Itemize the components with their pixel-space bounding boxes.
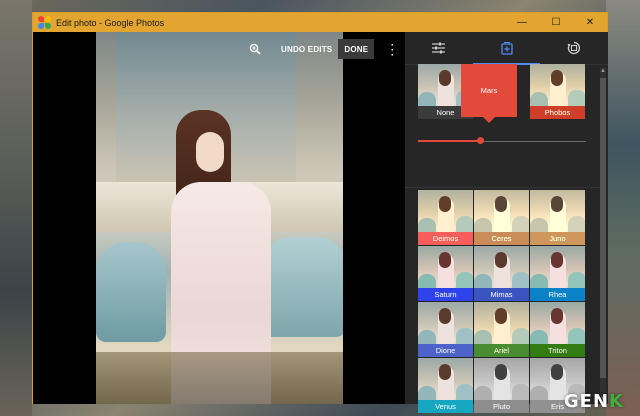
filter-triton[interactable]: Triton xyxy=(530,302,585,357)
filter-venus[interactable]: Venus xyxy=(418,358,473,413)
watermark-accent: K xyxy=(609,391,624,412)
close-button[interactable]: ✕ xyxy=(573,13,607,32)
genk-watermark: GEN K xyxy=(564,391,624,412)
done-button[interactable]: DONE xyxy=(338,39,375,59)
panel-scrollbar[interactable]: ▲ ▼ xyxy=(600,68,606,402)
filter-phobos[interactable]: Phobos xyxy=(530,64,585,119)
zoom-in-icon[interactable] xyxy=(245,39,265,59)
filter-label: Juno xyxy=(530,232,585,245)
intensity-slider-handle[interactable] xyxy=(476,137,484,144)
selected-indicator xyxy=(483,117,495,123)
desktop-background-left xyxy=(0,0,32,416)
filter-ariel[interactable]: Ariel xyxy=(474,302,529,357)
filter-label: Mars xyxy=(480,86,498,95)
edit-photo-window: Edit photo - Google Photos — ☐ ✕ UNDO ED… xyxy=(32,12,608,413)
filter-ceres[interactable]: Ceres xyxy=(474,190,529,245)
sliders-icon xyxy=(432,42,446,54)
filter-label: Deimos xyxy=(418,232,473,245)
divider xyxy=(405,187,600,188)
filter-add-icon xyxy=(500,41,513,55)
filter-label: Pluto xyxy=(474,400,529,413)
edited-photo xyxy=(96,32,343,404)
filter-label: Venus xyxy=(418,400,473,413)
intensity-slider-fill xyxy=(418,140,481,142)
photo-toolbar: UNDO EDITS DONE ⋮ xyxy=(245,38,402,60)
scroll-thumb[interactable] xyxy=(600,78,606,378)
title-bar[interactable]: Edit photo - Google Photos — ☐ ✕ xyxy=(33,13,607,32)
watermark-text: GEN xyxy=(563,391,610,412)
filter-rhea[interactable]: Rhea xyxy=(530,246,585,301)
window-title: Edit photo - Google Photos xyxy=(56,17,165,28)
tab-adjustments[interactable] xyxy=(405,32,473,64)
filter-dione[interactable]: Dione xyxy=(418,302,473,357)
filter-label: Ariel xyxy=(474,344,529,357)
desktop-background-right xyxy=(606,0,640,416)
scroll-up-icon[interactable]: ▲ xyxy=(600,68,606,74)
filter-saturn[interactable]: Saturn xyxy=(418,246,473,301)
tab-filters[interactable] xyxy=(472,32,541,65)
filter-mars-selected[interactable]: Mars xyxy=(461,64,517,117)
maximize-button[interactable]: ☐ xyxy=(539,13,573,32)
filter-label: Ceres xyxy=(474,232,529,245)
undo-edits-button[interactable]: UNDO EDITS xyxy=(275,39,338,59)
tab-crop-rotate[interactable] xyxy=(540,32,608,64)
filter-juno[interactable]: Juno xyxy=(530,190,585,245)
filter-label: Saturn xyxy=(418,288,473,301)
filter-mimas[interactable]: Mimas xyxy=(474,246,529,301)
edit-side-panel: ▲ ▼ None Mars Phobos Deimos Ceres Juno S… xyxy=(405,32,608,413)
filter-label: Mimas xyxy=(474,288,529,301)
edit-tabs xyxy=(405,32,608,65)
minimize-button[interactable]: — xyxy=(505,13,539,32)
filter-deimos[interactable]: Deimos xyxy=(418,190,473,245)
rotate-icon xyxy=(567,41,581,55)
photo-canvas: UNDO EDITS DONE ⋮ xyxy=(33,32,405,404)
filter-label: Triton xyxy=(530,344,585,357)
filter-pluto[interactable]: Pluto xyxy=(474,358,529,413)
google-photos-app-icon xyxy=(38,15,52,30)
filter-label: Phobos xyxy=(530,106,585,119)
filter-label: Rhea xyxy=(530,288,585,301)
filter-label: Dione xyxy=(418,344,473,357)
more-options-icon[interactable]: ⋮ xyxy=(382,39,402,59)
